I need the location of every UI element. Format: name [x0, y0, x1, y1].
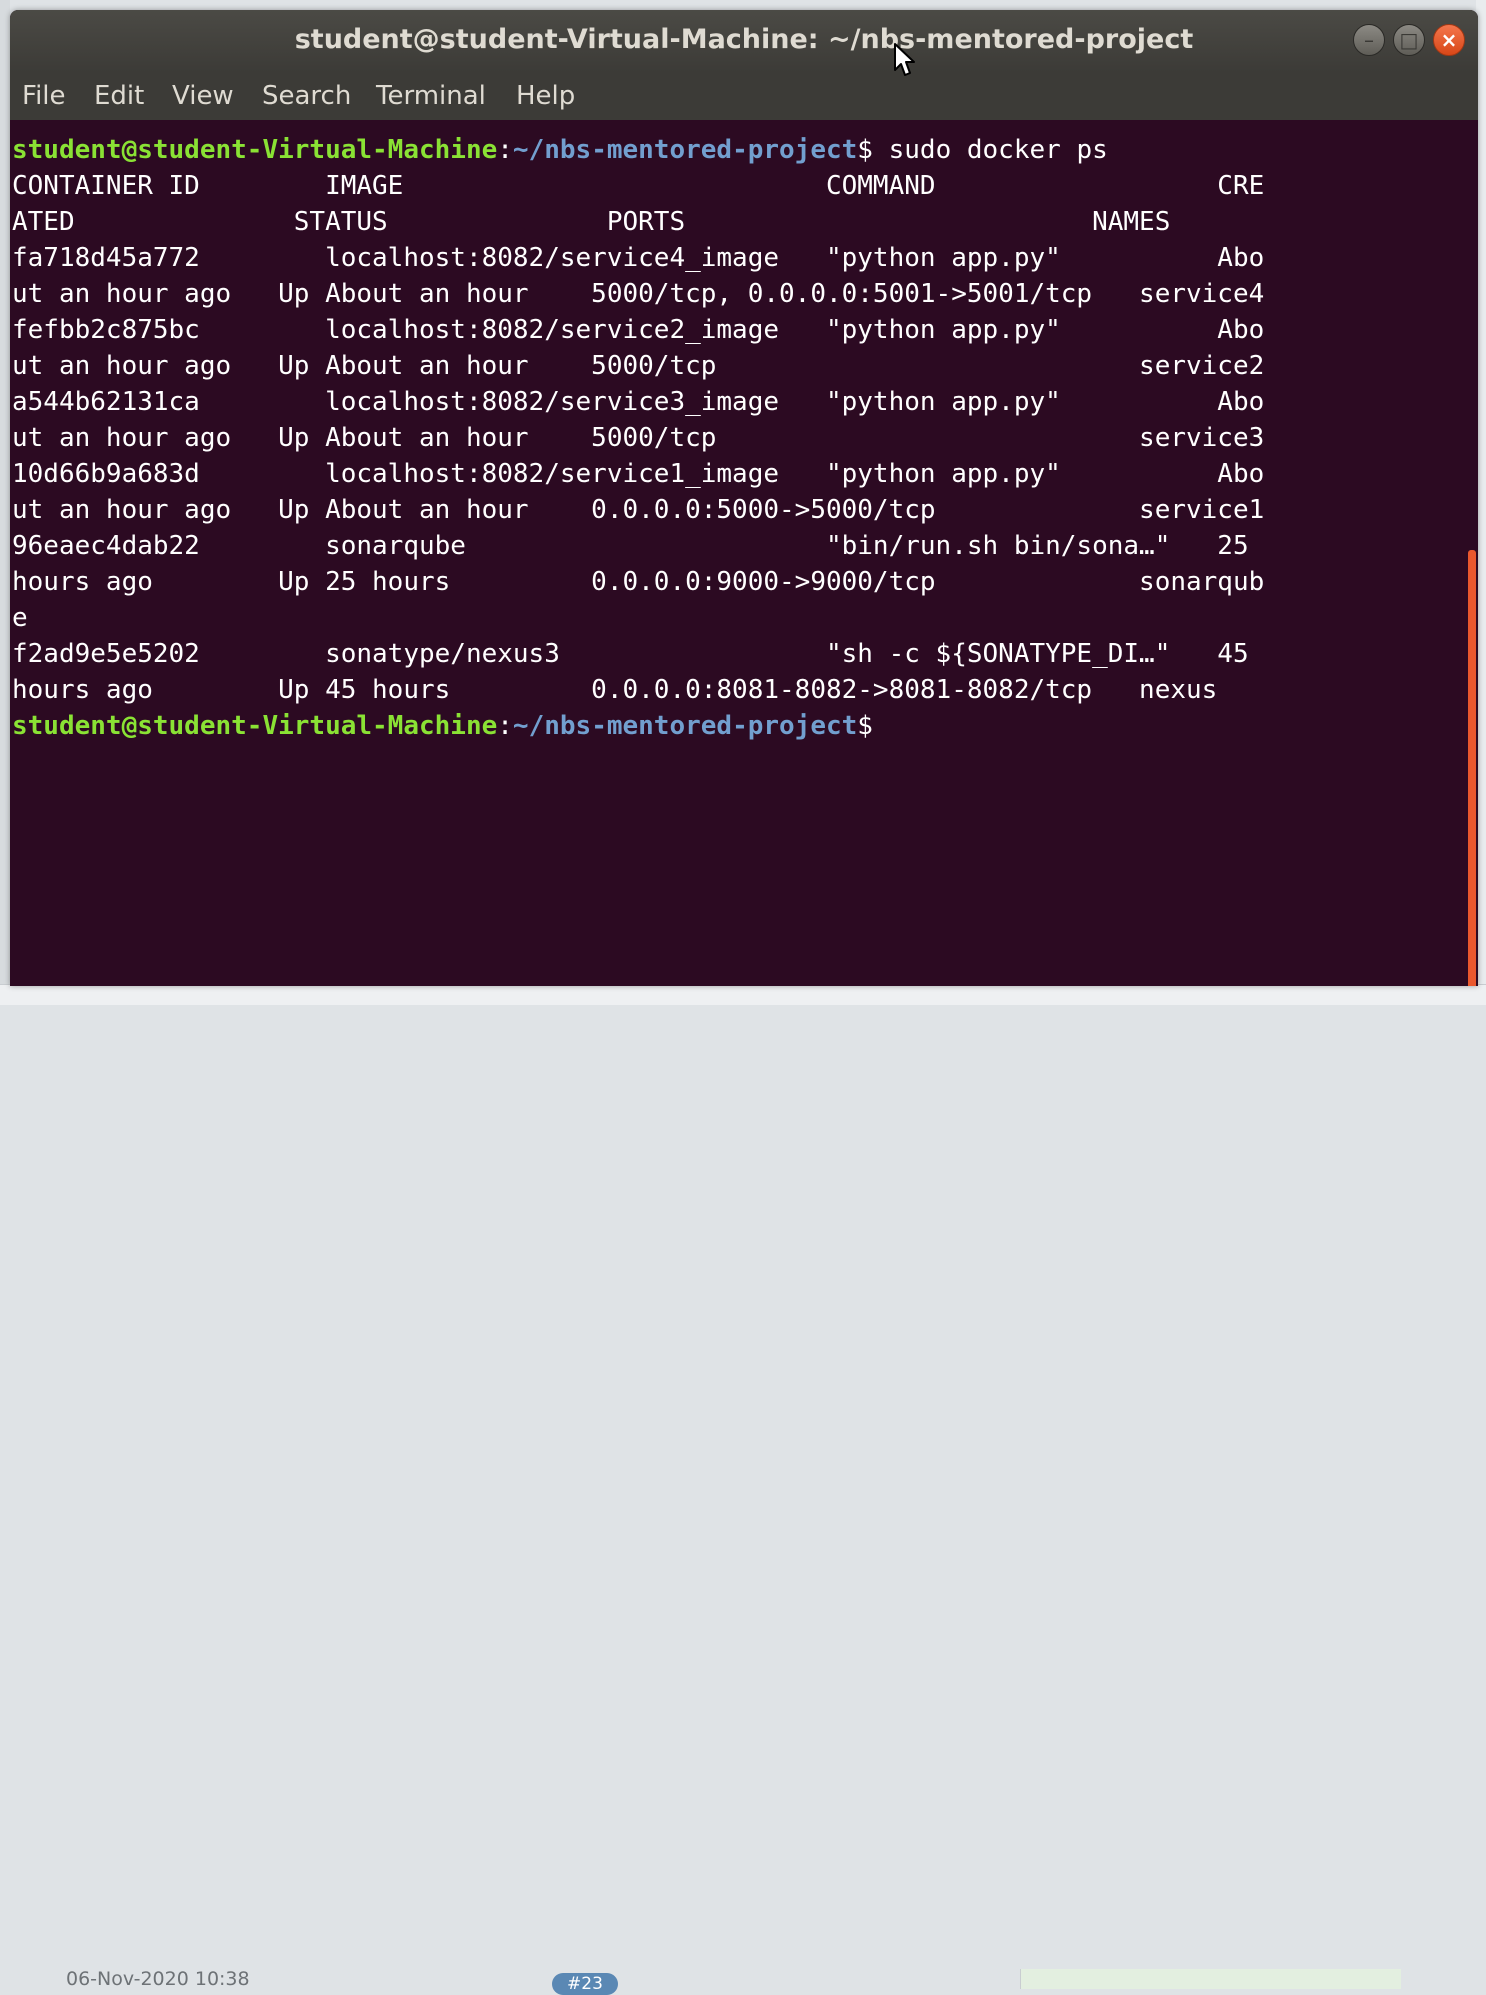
menu-file[interactable]: File	[22, 72, 66, 120]
terminal-scrollbar[interactable]	[1468, 550, 1476, 986]
prompt-path: ~/nbs-mentored-project	[512, 711, 858, 741]
command-text: sudo docker ps	[872, 135, 1108, 165]
output-line: e	[12, 603, 28, 633]
prompt-user-host: student@student-Virtual-Machine	[12, 711, 498, 741]
prompt-colon: :	[497, 711, 513, 741]
menu-search[interactable]: Search	[262, 72, 351, 120]
terminal-window: student@student-Virtual-Machine: ~/nbs-m…	[10, 10, 1478, 986]
command-line: student@student-Virtual-Machine:~/nbs-me…	[12, 132, 1108, 168]
output-line: hours ago Up 25 hours 0.0.0.0:9000->9000…	[12, 567, 1265, 597]
close-icon: ×	[1440, 28, 1458, 52]
output-line: CONTAINER ID IMAGE COMMAND CRE	[12, 171, 1265, 201]
title-bar[interactable]: student@student-Virtual-Machine: ~/nbs-m…	[10, 10, 1478, 72]
maximize-icon: □	[1399, 28, 1419, 52]
prompt-dollar: $	[857, 711, 873, 741]
output-line: ut an hour ago Up About an hour 5000/tcp…	[12, 423, 1265, 453]
prompt-colon: :	[497, 135, 513, 165]
prompt-line: student@student-Virtual-Machine:~/nbs-me…	[12, 708, 873, 744]
menu-terminal[interactable]: Terminal	[376, 72, 486, 120]
maximize-button[interactable]: □	[1393, 24, 1425, 56]
output-line: f2ad9e5e5202 sonatype/nexus3 "sh -c ${SO…	[12, 639, 1249, 669]
background-window-strip: 06-Nov-2020 10:38 #23	[0, 984, 1486, 1995]
terminal-output-area[interactable]: student@student-Virtual-Machine:~/nbs-me…	[10, 120, 1478, 986]
output-line: hours ago Up 45 hours 0.0.0.0:8081-8082-…	[12, 675, 1218, 705]
mouse-pointer-icon	[894, 43, 915, 76]
background-date-text: 06-Nov-2020 10:38	[66, 1968, 250, 1990]
background-column	[1020, 1969, 1401, 1989]
output-line: ut an hour ago Up About an hour 0.0.0.0:…	[12, 495, 1265, 525]
output-line: fa718d45a772 localhost:8082/service4_ima…	[12, 243, 1265, 273]
background-badge: #23	[552, 1973, 618, 1995]
output-line: fefbb2c875bc localhost:8082/service2_ima…	[12, 315, 1265, 345]
prompt-dollar: $	[857, 135, 873, 165]
menu-bar: File Edit View Search Terminal Help	[10, 72, 1478, 120]
output-line: 10d66b9a683d localhost:8082/service1_ima…	[12, 459, 1265, 489]
minimize-icon: –	[1364, 28, 1374, 52]
output-line: ut an hour ago Up About an hour 5000/tcp…	[12, 279, 1265, 309]
menu-view[interactable]: View	[172, 72, 234, 120]
prompt-path: ~/nbs-mentored-project	[512, 135, 858, 165]
prompt-user-host: student@student-Virtual-Machine	[12, 135, 498, 165]
output-line: a544b62131ca localhost:8082/service3_ima…	[12, 387, 1265, 417]
output-line: ut an hour ago Up About an hour 5000/tcp…	[12, 351, 1265, 381]
output-line: 96eaec4dab22 sonarqube "bin/run.sh bin/s…	[12, 531, 1249, 561]
close-button[interactable]: ×	[1433, 24, 1465, 56]
background-desktop-left	[0, 0, 10, 1004]
menu-help[interactable]: Help	[516, 72, 575, 120]
window-title: student@student-Virtual-Machine: ~/nbs-m…	[294, 24, 1194, 55]
output-line: ATED STATUS PORTS NAMES	[12, 207, 1171, 237]
menu-edit[interactable]: Edit	[94, 72, 144, 120]
minimize-button[interactable]: –	[1353, 24, 1385, 56]
